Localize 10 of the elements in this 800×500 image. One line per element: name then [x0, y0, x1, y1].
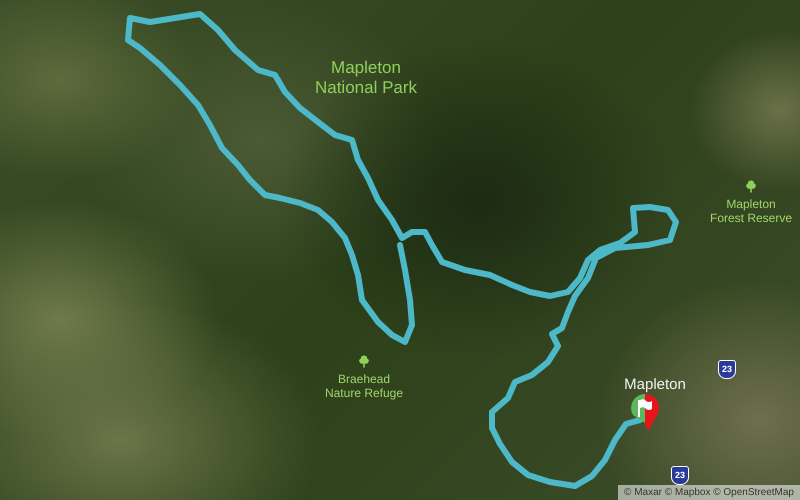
- park-label: Mapleton National Park: [314, 58, 418, 98]
- tree-icon: [745, 180, 757, 193]
- map-attribution: © Maxar © Mapbox © OpenStreetMap: [618, 485, 800, 500]
- town-label: Mapleton: [624, 376, 686, 393]
- flag-marker-icon: [630, 393, 660, 433]
- reserve-label: Mapleton Forest Reserve: [709, 197, 793, 225]
- reserve-label: Braehead Nature Refuge: [324, 372, 404, 400]
- highway-shield: 23: [671, 466, 689, 485]
- highway-shield: 23: [718, 360, 736, 379]
- tree-icon: [358, 355, 370, 368]
